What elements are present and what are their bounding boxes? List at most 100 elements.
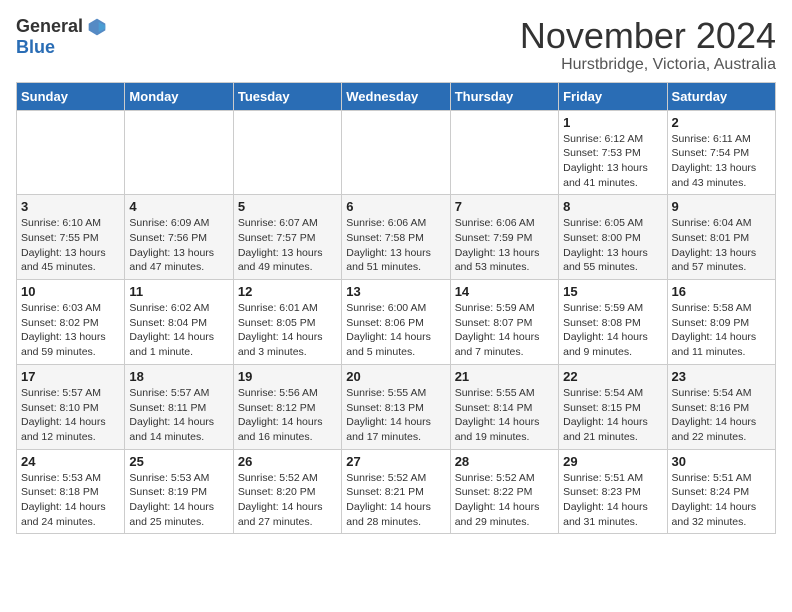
calendar-cell: 10Sunrise: 6:03 AM Sunset: 8:02 PM Dayli… [17, 280, 125, 365]
calendar-week-row: 10Sunrise: 6:03 AM Sunset: 8:02 PM Dayli… [17, 280, 776, 365]
logo-general-text: General [16, 16, 83, 37]
calendar-cell: 28 Sunrise: 5:52 AM Sunset: 8:22 PM Dayli… [450, 449, 558, 534]
day-info: Sunrise: 5:53 AM Sunset: 8:18 PM Dayligh… [21, 471, 120, 530]
day-number: 17 [21, 369, 120, 384]
calendar-week-row: 17Sunrise: 5:57 AM Sunset: 8:10 PM Dayli… [17, 364, 776, 449]
calendar-cell: 23 Sunrise: 5:54 AM Sunset: 8:16 PM Dayli… [667, 364, 775, 449]
calendar-cell: 25Sunrise: 5:53 AM Sunset: 8:19 PM Dayli… [125, 449, 233, 534]
calendar-cell: 26 Sunrise: 5:52 AM Sunset: 8:20 PM Dayli… [233, 449, 341, 534]
calendar-cell [17, 110, 125, 195]
calendar-cell: 29 Sunrise: 5:51 AM Sunset: 8:23 PM Dayli… [559, 449, 667, 534]
day-info: Sunrise: 5:55 AM Sunset: 8:14 PM Dayligh… [455, 386, 554, 445]
calendar-cell: 9 Sunrise: 6:04 AM Sunset: 8:01 PM Daylig… [667, 195, 775, 280]
calendar-cell: 22Sunrise: 5:54 AM Sunset: 8:15 PM Dayli… [559, 364, 667, 449]
calendar-cell: 1 Sunrise: 6:12 AM Sunset: 7:53 PM Daylig… [559, 110, 667, 195]
calendar-cell: 30 Sunrise: 5:51 AM Sunset: 8:24 PM Dayli… [667, 449, 775, 534]
weekday-header-friday: Friday [559, 82, 667, 110]
day-number: 29 [563, 454, 662, 469]
calendar-cell: 11Sunrise: 6:02 AM Sunset: 8:04 PM Dayli… [125, 280, 233, 365]
day-number: 20 [346, 369, 445, 384]
calendar-cell: 14 Sunrise: 5:59 AM Sunset: 8:07 PM Dayli… [450, 280, 558, 365]
day-number: 26 [238, 454, 337, 469]
day-number: 19 [238, 369, 337, 384]
calendar-cell [233, 110, 341, 195]
logo-blue-text: Blue [16, 37, 55, 58]
calendar-cell: 2 Sunrise: 6:11 AM Sunset: 7:54 PM Daylig… [667, 110, 775, 195]
day-info: Sunrise: 5:55 AM Sunset: 8:13 PM Dayligh… [346, 386, 445, 445]
day-number: 7 [455, 199, 554, 214]
calendar-cell: 24 Sunrise: 5:53 AM Sunset: 8:18 PM Dayli… [17, 449, 125, 534]
day-info: Sunrise: 5:51 AM Sunset: 8:24 PM Dayligh… [672, 471, 771, 530]
calendar-cell [342, 110, 450, 195]
day-number: 1 [563, 115, 662, 130]
calendar-cell: 13 Sunrise: 6:00 AM Sunset: 8:06 PM Dayli… [342, 280, 450, 365]
calendar-cell: 3 Sunrise: 6:10 AM Sunset: 7:55 PM Daylig… [17, 195, 125, 280]
calendar-cell: 4 Sunrise: 6:09 AM Sunset: 7:56 PM Daylig… [125, 195, 233, 280]
day-info: Sunrise: 5:51 AM Sunset: 8:23 PM Dayligh… [563, 471, 662, 530]
location-subtitle: Hurstbridge, Victoria, Australia [520, 56, 776, 74]
calendar-week-row: 3 Sunrise: 6:10 AM Sunset: 7:55 PM Daylig… [17, 195, 776, 280]
weekday-header-monday: Monday [125, 82, 233, 110]
calendar-cell: 27Sunrise: 5:52 AM Sunset: 8:21 PM Dayli… [342, 449, 450, 534]
day-number: 18 [129, 369, 228, 384]
calendar-cell: 16Sunrise: 5:58 AM Sunset: 8:09 PM Dayli… [667, 280, 775, 365]
calendar-cell: 6 Sunrise: 6:06 AM Sunset: 7:58 PM Daylig… [342, 195, 450, 280]
day-number: 8 [563, 199, 662, 214]
day-number: 14 [455, 284, 554, 299]
calendar-cell: 20 Sunrise: 5:55 AM Sunset: 8:13 PM Dayli… [342, 364, 450, 449]
day-info: Sunrise: 5:57 AM Sunset: 8:11 PM Dayligh… [129, 386, 228, 445]
day-info: Sunrise: 5:52 AM Sunset: 8:22 PM Dayligh… [455, 471, 554, 530]
day-info: Sunrise: 6:01 AM Sunset: 8:05 PM Dayligh… [238, 301, 337, 360]
day-number: 27 [346, 454, 445, 469]
day-number: 30 [672, 454, 771, 469]
day-number: 11 [129, 284, 228, 299]
calendar-cell: 7Sunrise: 6:06 AM Sunset: 7:59 PM Daylig… [450, 195, 558, 280]
day-info: Sunrise: 6:03 AM Sunset: 8:02 PM Dayligh… [21, 301, 120, 360]
day-info: Sunrise: 5:59 AM Sunset: 8:08 PM Dayligh… [563, 301, 662, 360]
calendar-cell: 17Sunrise: 5:57 AM Sunset: 8:10 PM Dayli… [17, 364, 125, 449]
day-number: 4 [129, 199, 228, 214]
calendar-cell: 12 Sunrise: 6:01 AM Sunset: 8:05 PM Dayli… [233, 280, 341, 365]
day-info: Sunrise: 6:12 AM Sunset: 7:53 PM Dayligh… [563, 132, 662, 191]
day-info: Sunrise: 6:00 AM Sunset: 8:06 PM Dayligh… [346, 301, 445, 360]
day-number: 5 [238, 199, 337, 214]
day-number: 12 [238, 284, 337, 299]
day-info: Sunrise: 5:58 AM Sunset: 8:09 PM Dayligh… [672, 301, 771, 360]
calendar-cell: 5 Sunrise: 6:07 AM Sunset: 7:57 PM Daylig… [233, 195, 341, 280]
day-info: Sunrise: 6:07 AM Sunset: 7:57 PM Dayligh… [238, 216, 337, 275]
logo: General Blue [16, 16, 107, 58]
day-number: 2 [672, 115, 771, 130]
calendar-cell [125, 110, 233, 195]
month-title: November 2024 [520, 16, 776, 56]
day-number: 25 [129, 454, 228, 469]
day-info: Sunrise: 6:09 AM Sunset: 7:56 PM Dayligh… [129, 216, 228, 275]
title-section: November 2024 Hurstbridge, Victoria, Aus… [520, 16, 776, 74]
calendar-cell: 8 Sunrise: 6:05 AM Sunset: 8:00 PM Daylig… [559, 195, 667, 280]
day-info: Sunrise: 6:06 AM Sunset: 7:58 PM Dayligh… [346, 216, 445, 275]
day-info: Sunrise: 5:52 AM Sunset: 8:20 PM Dayligh… [238, 471, 337, 530]
weekday-header-thursday: Thursday [450, 82, 558, 110]
day-number: 28 [455, 454, 554, 469]
day-info: Sunrise: 5:59 AM Sunset: 8:07 PM Dayligh… [455, 301, 554, 360]
calendar-cell: 18 Sunrise: 5:57 AM Sunset: 8:11 PM Dayli… [125, 364, 233, 449]
day-info: Sunrise: 5:56 AM Sunset: 8:12 PM Dayligh… [238, 386, 337, 445]
weekday-header-tuesday: Tuesday [233, 82, 341, 110]
day-number: 23 [672, 369, 771, 384]
calendar-cell: 15 Sunrise: 5:59 AM Sunset: 8:08 PM Dayli… [559, 280, 667, 365]
day-number: 6 [346, 199, 445, 214]
day-number: 13 [346, 284, 445, 299]
day-number: 9 [672, 199, 771, 214]
day-number: 3 [21, 199, 120, 214]
day-number: 21 [455, 369, 554, 384]
day-info: Sunrise: 6:04 AM Sunset: 8:01 PM Dayligh… [672, 216, 771, 275]
day-info: Sunrise: 6:05 AM Sunset: 8:00 PM Dayligh… [563, 216, 662, 275]
day-number: 24 [21, 454, 120, 469]
calendar-cell: 19 Sunrise: 5:56 AM Sunset: 8:12 PM Dayli… [233, 364, 341, 449]
day-info: Sunrise: 5:54 AM Sunset: 8:16 PM Dayligh… [672, 386, 771, 445]
weekday-header-saturday: Saturday [667, 82, 775, 110]
page-header: General Blue November 2024 Hurstbridge, … [16, 16, 776, 74]
day-info: Sunrise: 6:11 AM Sunset: 7:54 PM Dayligh… [672, 132, 771, 191]
day-number: 15 [563, 284, 662, 299]
day-info: Sunrise: 6:10 AM Sunset: 7:55 PM Dayligh… [21, 216, 120, 275]
weekday-header-row: SundayMondayTuesdayWednesdayThursdayFrid… [17, 82, 776, 110]
